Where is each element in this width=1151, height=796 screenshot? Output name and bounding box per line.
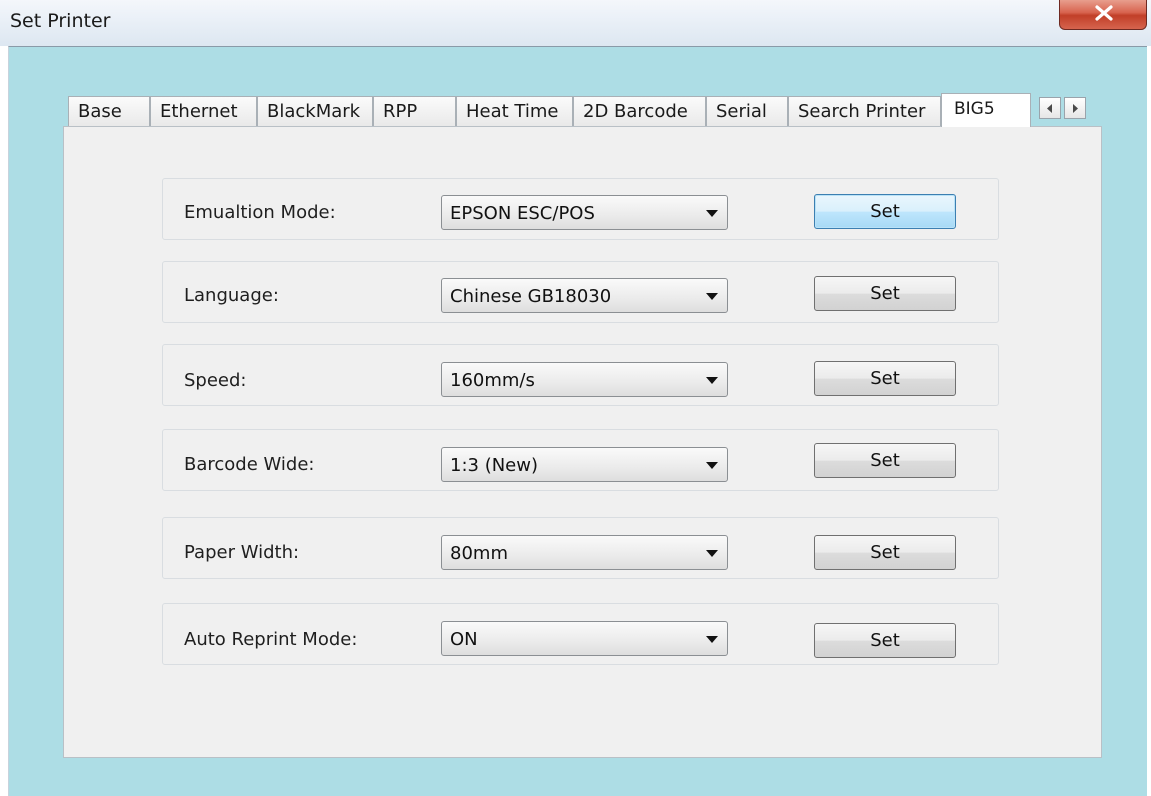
language-value: Chinese GB18030 — [450, 286, 612, 307]
tab-ethernet[interactable]: Ethernet — [150, 96, 257, 126]
arrow-right-icon — [1073, 104, 1078, 113]
auto-reprint-mode-select[interactable]: ON — [441, 621, 728, 656]
tab-scroll-right-button[interactable] — [1064, 97, 1086, 119]
setting-group-auto-reprint-mode: Auto Reprint Mode: ON Set — [162, 603, 999, 665]
tab-scroll-left-button[interactable] — [1039, 97, 1061, 119]
auto-reprint-mode-value: ON — [450, 629, 478, 650]
barcode-wide-value: 1:3 (New) — [450, 455, 538, 476]
tab-scroll-controls — [1039, 97, 1099, 121]
chevron-down-icon — [706, 210, 718, 217]
tab-serial[interactable]: Serial — [706, 96, 788, 126]
barcode-wide-select[interactable]: 1:3 (New) — [441, 447, 728, 482]
language-label: Language: — [184, 285, 279, 306]
tab-heat-time[interactable]: Heat Time — [456, 96, 573, 126]
barcode-wide-label: Barcode Wide: — [184, 454, 315, 475]
chevron-down-icon — [706, 636, 718, 643]
chevron-down-icon — [706, 293, 718, 300]
language-select[interactable]: Chinese GB18030 — [441, 278, 728, 313]
chevron-down-icon — [706, 462, 718, 469]
auto-reprint-mode-set-button[interactable]: Set — [814, 623, 956, 658]
speed-value: 160mm/s — [450, 370, 535, 391]
tab-2d-barcode[interactable]: 2D Barcode — [573, 96, 706, 126]
speed-select[interactable]: 160mm/s — [441, 362, 728, 397]
tab-base[interactable]: Base — [68, 96, 150, 126]
chevron-down-icon — [706, 550, 718, 557]
setting-group-speed: Speed: 160mm/s Set — [162, 344, 999, 406]
tab-blackmark[interactable]: BlackMark — [257, 96, 373, 126]
setting-group-barcode-wide: Barcode Wide: 1:3 (New) Set — [162, 429, 999, 491]
emulation-mode-select[interactable]: EPSON ESC/POS — [441, 195, 728, 230]
set-printer-window: Set Printer Base Ethernet BlackMark RPP … — [0, 0, 1151, 796]
emulation-mode-value: EPSON ESC/POS — [450, 203, 595, 224]
paper-width-set-button[interactable]: Set — [814, 535, 956, 570]
close-icon — [1095, 5, 1113, 21]
paper-width-value: 80mm — [450, 543, 508, 564]
language-set-button[interactable]: Set — [814, 276, 956, 311]
tab-big5[interactable]: BIG5 — [941, 93, 1031, 127]
setting-group-language: Language: Chinese GB18030 Set — [162, 261, 999, 323]
setting-group-paper-width: Paper Width: 80mm Set — [162, 517, 999, 579]
tab-rpp[interactable]: RPP — [373, 96, 456, 126]
paper-width-select[interactable]: 80mm — [441, 535, 728, 570]
close-button[interactable] — [1059, 0, 1147, 30]
chevron-down-icon — [706, 377, 718, 384]
window-title: Set Printer — [10, 10, 111, 32]
emulation-mode-label: Emualtion Mode: — [184, 202, 336, 223]
speed-set-button[interactable]: Set — [814, 361, 956, 396]
title-bar[interactable]: Set Printer — [0, 0, 1151, 46]
speed-label: Speed: — [184, 370, 247, 391]
tab-search-printer[interactable]: Search Printer — [788, 96, 941, 126]
emulation-mode-set-button[interactable]: Set — [814, 194, 956, 229]
setting-group-emulation-mode: Emualtion Mode: EPSON ESC/POS Set — [162, 178, 999, 240]
arrow-left-icon — [1047, 104, 1052, 113]
auto-reprint-mode-label: Auto Reprint Mode: — [184, 629, 358, 650]
barcode-wide-set-button[interactable]: Set — [814, 443, 956, 478]
paper-width-label: Paper Width: — [184, 542, 300, 563]
